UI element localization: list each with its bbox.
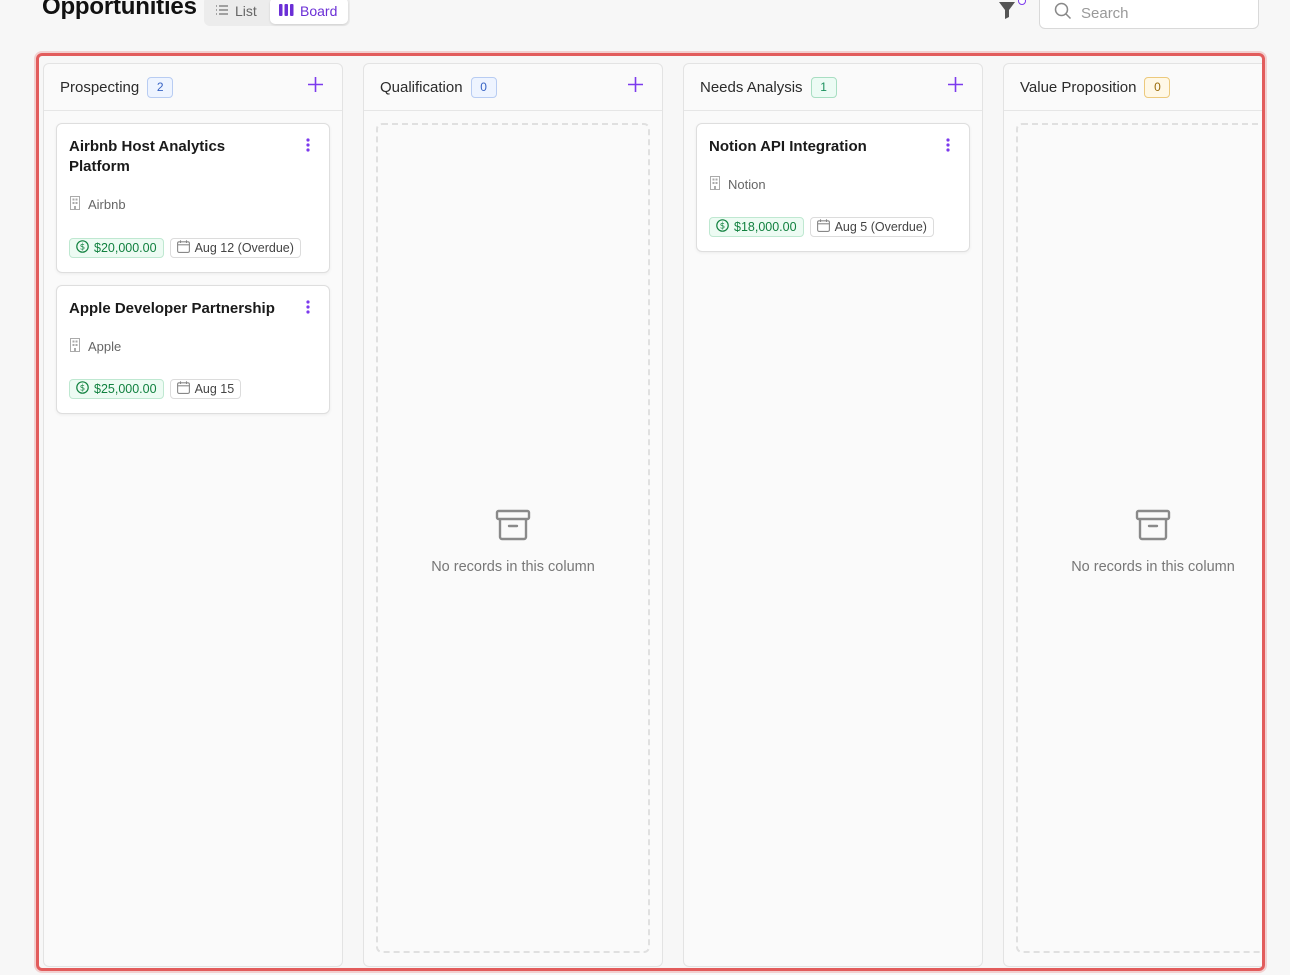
- column-count-badge: 1: [810, 76, 837, 98]
- plus-icon: [307, 77, 323, 97]
- more-vertical-icon: [946, 137, 950, 157]
- building-icon: [69, 338, 82, 355]
- date-value: Aug 5 (Overdue): [834, 220, 927, 234]
- card-title: Notion API Integration: [709, 138, 867, 155]
- card-menu-button[interactable]: [299, 137, 317, 157]
- column-title: Value Proposition: [1020, 78, 1137, 96]
- amount-chip: $ $25,000.00: [69, 379, 164, 399]
- list-view-label: List: [235, 3, 257, 19]
- plus-icon: [627, 77, 643, 97]
- dollar-circle-icon: $: [76, 381, 89, 397]
- date-chip: Aug 5 (Overdue): [809, 217, 934, 237]
- building-icon: [709, 176, 722, 193]
- more-vertical-icon: [306, 137, 310, 157]
- board-view-label: Board: [300, 3, 338, 19]
- svg-text:$: $: [80, 384, 85, 394]
- card-chips: $ $18,000.00 Aug 5 (Overdue): [709, 217, 934, 237]
- date-chip: Aug 12 (Overdue): [169, 238, 301, 258]
- column-count-badge: 0: [1144, 76, 1171, 98]
- date-value: Aug 12 (Overdue): [194, 241, 294, 255]
- column-header: Value Proposition 0: [1004, 64, 1262, 111]
- column-header: Qualification 0: [364, 64, 662, 111]
- archive-icon: [495, 509, 531, 545]
- empty-drop-zone[interactable]: No records in this column: [1016, 123, 1262, 953]
- add-card-button[interactable]: [624, 76, 646, 98]
- calendar-icon: [176, 240, 190, 256]
- building-icon: [69, 196, 82, 213]
- page-title: Opportunities: [42, 0, 197, 20]
- card-title: Apple Developer Partnership: [69, 300, 275, 317]
- card-company: Airbnb: [69, 196, 126, 213]
- card-menu-button[interactable]: [939, 137, 957, 157]
- plus-icon: [947, 77, 963, 97]
- archive-icon: [1135, 509, 1171, 545]
- company-name: Apple: [88, 339, 122, 354]
- column-qualification: Qualification 0 No records in this colum…: [363, 63, 663, 967]
- column-count-badge: 0: [470, 76, 497, 98]
- column-header: Needs Analysis 1: [684, 64, 982, 111]
- amount-chip: $ $18,000.00: [709, 217, 804, 237]
- calendar-icon: [176, 381, 190, 397]
- svg-text:$: $: [80, 243, 85, 253]
- card-chips: $ $25,000.00 Aug 15: [69, 379, 242, 399]
- opportunity-card[interactable]: Airbnb Host Analytics Platform Airbnb $ …: [56, 123, 330, 273]
- column-value-proposition: Value Proposition 0 No records in this c…: [1003, 63, 1262, 967]
- view-toggle: List Board: [204, 0, 350, 26]
- empty-drop-zone[interactable]: No records in this column: [376, 123, 650, 953]
- date-chip: Aug 15: [169, 379, 242, 399]
- amount-value: $25,000.00: [94, 382, 157, 396]
- list-view-button[interactable]: List: [206, 0, 270, 24]
- empty-message: No records in this column: [431, 559, 595, 575]
- board-icon: [279, 3, 294, 19]
- svg-text:$: $: [720, 222, 725, 232]
- filter-button[interactable]: [993, 0, 1021, 26]
- opportunity-card[interactable]: Apple Developer Partnership Apple $ $25,…: [56, 285, 330, 414]
- calendar-icon: [816, 219, 830, 235]
- column-count-badge: 2: [147, 76, 174, 98]
- filter-active-indicator: [1018, 0, 1026, 5]
- empty-state: No records in this column: [378, 509, 648, 575]
- add-card-button[interactable]: [304, 76, 326, 98]
- column-prospecting: Prospecting 2 Airbnb Host Analytics Plat…: [43, 63, 343, 967]
- opportunity-card[interactable]: Notion API Integration Notion $ $18,000.…: [696, 123, 970, 252]
- search-input[interactable]: [1081, 5, 1241, 22]
- add-card-button[interactable]: [944, 76, 966, 98]
- card-company: Apple: [69, 338, 121, 355]
- amount-chip: $ $20,000.00: [69, 238, 164, 258]
- amount-value: $18,000.00: [734, 220, 797, 234]
- column-title: Needs Analysis: [700, 78, 803, 96]
- search-icon: [1054, 2, 1072, 25]
- column-needs-analysis: Needs Analysis 1 Notion API Integration …: [683, 63, 983, 967]
- amount-value: $20,000.00: [94, 241, 157, 255]
- search-box[interactable]: [1039, 0, 1259, 29]
- more-vertical-icon: [306, 299, 310, 319]
- dollar-circle-icon: $: [716, 219, 729, 235]
- empty-message: No records in this column: [1071, 559, 1235, 575]
- card-menu-button[interactable]: [299, 299, 317, 319]
- card-title: Airbnb Host Analytics Platform: [69, 138, 226, 175]
- board-view-button[interactable]: Board: [270, 0, 348, 24]
- column-header: Prospecting 2: [44, 64, 342, 111]
- kanban-board: Prospecting 2 Airbnb Host Analytics Plat…: [36, 53, 1265, 971]
- filter-icon: [998, 1, 1016, 24]
- date-value: Aug 15: [194, 382, 235, 396]
- column-title: Qualification: [380, 78, 463, 96]
- card-company: Notion: [709, 176, 766, 193]
- card-chips: $ $20,000.00 Aug 12 (Overdue): [69, 238, 301, 258]
- dollar-circle-icon: $: [76, 240, 89, 256]
- list-icon: [215, 3, 229, 19]
- company-name: Airbnb: [88, 197, 126, 212]
- company-name: Notion: [728, 177, 766, 192]
- column-title: Prospecting: [60, 78, 140, 96]
- empty-state: No records in this column: [1018, 509, 1262, 575]
